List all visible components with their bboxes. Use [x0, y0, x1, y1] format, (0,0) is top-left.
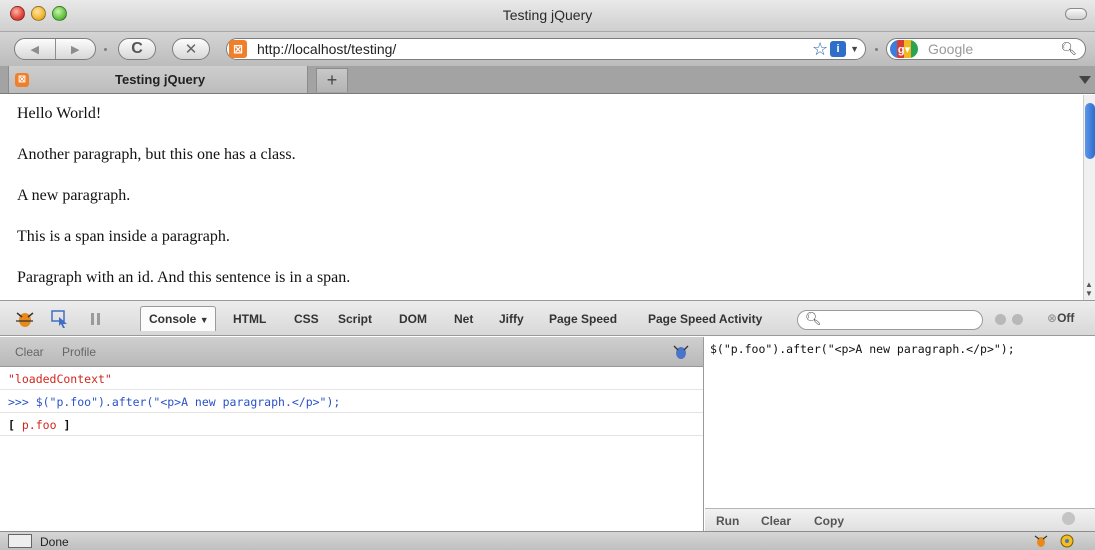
tab-dom[interactable]: DOM	[399, 312, 427, 326]
tab-label: Console	[149, 312, 197, 326]
page-content: Hello World! Another paragraph, but this…	[0, 95, 1083, 300]
tab-script[interactable]: Script	[338, 312, 372, 326]
console-log-entry: "loadedContext"	[0, 367, 703, 390]
search-engine-icon[interactable]: g▾	[890, 40, 918, 58]
paragraph: A new paragraph.	[17, 187, 131, 204]
reload-button[interactable]: C	[118, 38, 156, 60]
tab-list-icon[interactable]	[1079, 76, 1091, 84]
pause-icon[interactable]	[90, 312, 102, 326]
status-text: Done	[40, 535, 69, 549]
off-label: Off	[1057, 311, 1075, 325]
divider	[104, 48, 107, 51]
paragraph: Paragraph with an id. And this sentence …	[17, 269, 351, 286]
stop-button[interactable]: ✕	[172, 38, 210, 60]
address-bar[interactable]: ⊠ http://localhost/testing/ ☆ i ▼	[226, 38, 866, 60]
clear-button[interactable]: Clear	[761, 514, 791, 528]
console-result-entry: [ p.foo ]	[0, 413, 703, 436]
tab-label: Testing jQuery	[115, 72, 206, 87]
stop-icon: ✕	[184, 41, 198, 58]
next-icon[interactable]	[1012, 314, 1023, 325]
firebug-bug-icon	[673, 345, 689, 359]
close-editor-icon[interactable]	[1062, 512, 1075, 525]
reload-icon: C	[131, 40, 143, 57]
page-scrollbar[interactable]: ▲ ▼	[1083, 95, 1095, 300]
yslow-icon[interactable]	[1059, 533, 1075, 549]
navigation-toolbar: ◀ ▶ C ✕ ⊠ http://localhost/testing/ ☆ i …	[0, 32, 1095, 66]
tab-net[interactable]: Net	[454, 312, 473, 326]
chevron-down-icon[interactable]: ▼	[850, 44, 859, 54]
paragraph: Another paragraph, but this one has a cl…	[17, 146, 296, 163]
window-titlebar: Testing jQuery	[0, 0, 1095, 32]
tab-page-speed[interactable]: Page Speed	[549, 312, 617, 326]
console-command-entry: >>> $("p.foo").after("<p>A new paragraph…	[0, 390, 703, 413]
console-clear-button[interactable]: Clear	[15, 345, 44, 359]
new-tab-button[interactable]: +	[316, 68, 348, 92]
close-circle-icon: ⊗	[1047, 311, 1058, 325]
site-favicon-icon: ⊠	[15, 72, 29, 87]
tab-jiffy[interactable]: Jiffy	[499, 312, 524, 326]
result-bracket-open: [	[8, 418, 15, 432]
paragraph: This is a span inside a paragraph.	[17, 228, 230, 245]
url-input[interactable]: http://localhost/testing/	[257, 41, 812, 57]
result-element-link[interactable]: p.foo	[22, 418, 57, 432]
firebug-search-input[interactable]: 🔍︎	[797, 310, 983, 330]
firebug-bug-icon[interactable]	[14, 308, 36, 330]
result-bracket-close: ]	[63, 418, 71, 432]
inspect-element-icon[interactable]	[50, 309, 70, 329]
tab-strip: ⊠ Testing jQuery +	[0, 66, 1095, 94]
paragraph: Hello World!	[17, 105, 102, 122]
previous-icon[interactable]	[995, 314, 1006, 325]
url-actions: ☆ i ▼	[812, 39, 859, 60]
back-forward-control: ◀ ▶	[14, 38, 96, 60]
command-editor-input[interactable]: $("p.foo").after("<p>A new paragraph.</p…	[710, 342, 1015, 356]
firebug-off-button[interactable]: ⊗Off	[1047, 311, 1074, 325]
command-editor-panel: $("p.foo").after("<p>A new paragraph.</p…	[705, 337, 1095, 531]
scrollbar-thumb[interactable]	[1085, 103, 1095, 159]
plus-icon: +	[326, 70, 338, 90]
bookmark-star-icon[interactable]: ☆	[812, 39, 828, 60]
status-page-icon	[8, 534, 32, 548]
window-title: Testing jQuery	[502, 7, 593, 23]
tab-console[interactable]: Console ▼	[140, 306, 216, 331]
console-panel: Clear Profile "loadedContext" >>> $("p.f…	[0, 337, 704, 531]
search-input[interactable]: Google	[928, 41, 1060, 57]
tab-testing-jquery[interactable]: ⊠ Testing jQuery	[8, 66, 308, 93]
console-profile-button[interactable]: Profile	[62, 345, 96, 359]
page-info-icon[interactable]: i	[830, 41, 847, 57]
search-icon[interactable]: 🔍︎	[1060, 41, 1077, 57]
tab-html[interactable]: HTML	[233, 312, 266, 326]
chevron-down-icon[interactable]: ▼	[200, 315, 209, 325]
search-icon: 🔍︎	[805, 311, 822, 326]
site-favicon-icon: ⊠	[229, 40, 247, 58]
run-button[interactable]: Run	[716, 514, 739, 528]
console-toolbar: Clear Profile	[0, 337, 703, 367]
command-editor-footer: Run Clear Copy	[705, 508, 1095, 531]
tab-page-speed-activity[interactable]: Page Speed Activity	[648, 312, 762, 326]
status-bar: Done	[0, 531, 1095, 550]
firebug-toolbar: Console ▼ HTML CSS Script DOM Net Jiffy …	[0, 300, 1095, 336]
scroll-arrows-icon[interactable]: ▲ ▼	[1085, 280, 1093, 298]
forward-arrow-icon[interactable]: ▶	[56, 43, 96, 56]
tab-css[interactable]: CSS	[294, 312, 319, 326]
copy-button[interactable]: Copy	[814, 514, 844, 528]
back-arrow-icon[interactable]: ◀	[15, 43, 55, 56]
toolbar-toggle-button[interactable]	[1065, 8, 1087, 20]
divider	[875, 48, 878, 51]
firebug-bug-icon[interactable]	[1033, 533, 1049, 549]
search-bar[interactable]: g▾ Google 🔍︎	[886, 38, 1086, 60]
